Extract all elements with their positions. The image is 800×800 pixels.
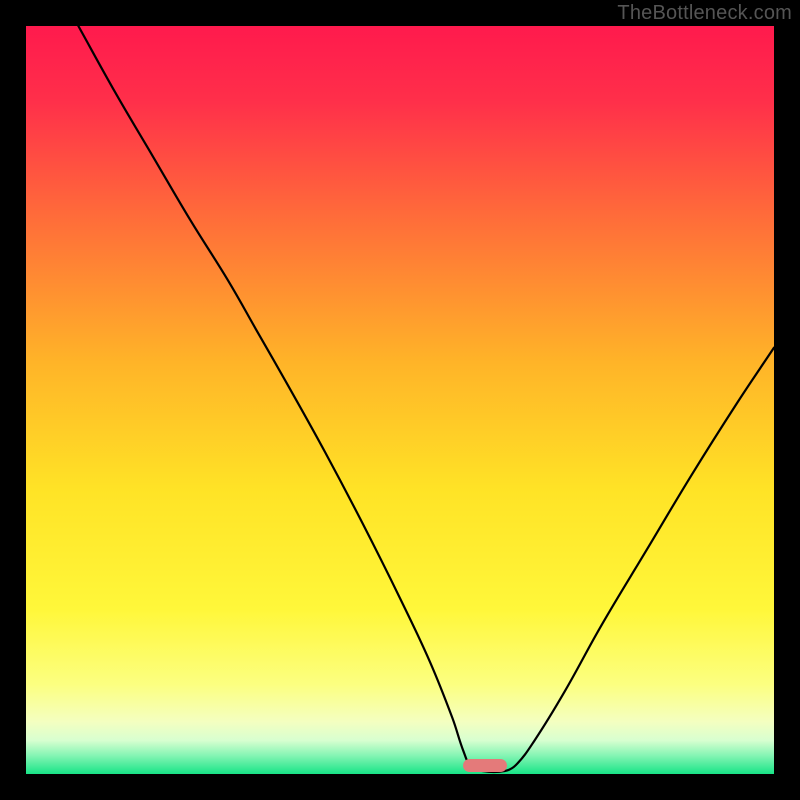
- plot-area: [26, 26, 774, 774]
- curve-line: [26, 26, 774, 774]
- bottleneck-marker: [463, 759, 507, 772]
- watermark-text: TheBottleneck.com: [617, 2, 792, 25]
- chart-frame: TheBottleneck.com: [0, 0, 800, 800]
